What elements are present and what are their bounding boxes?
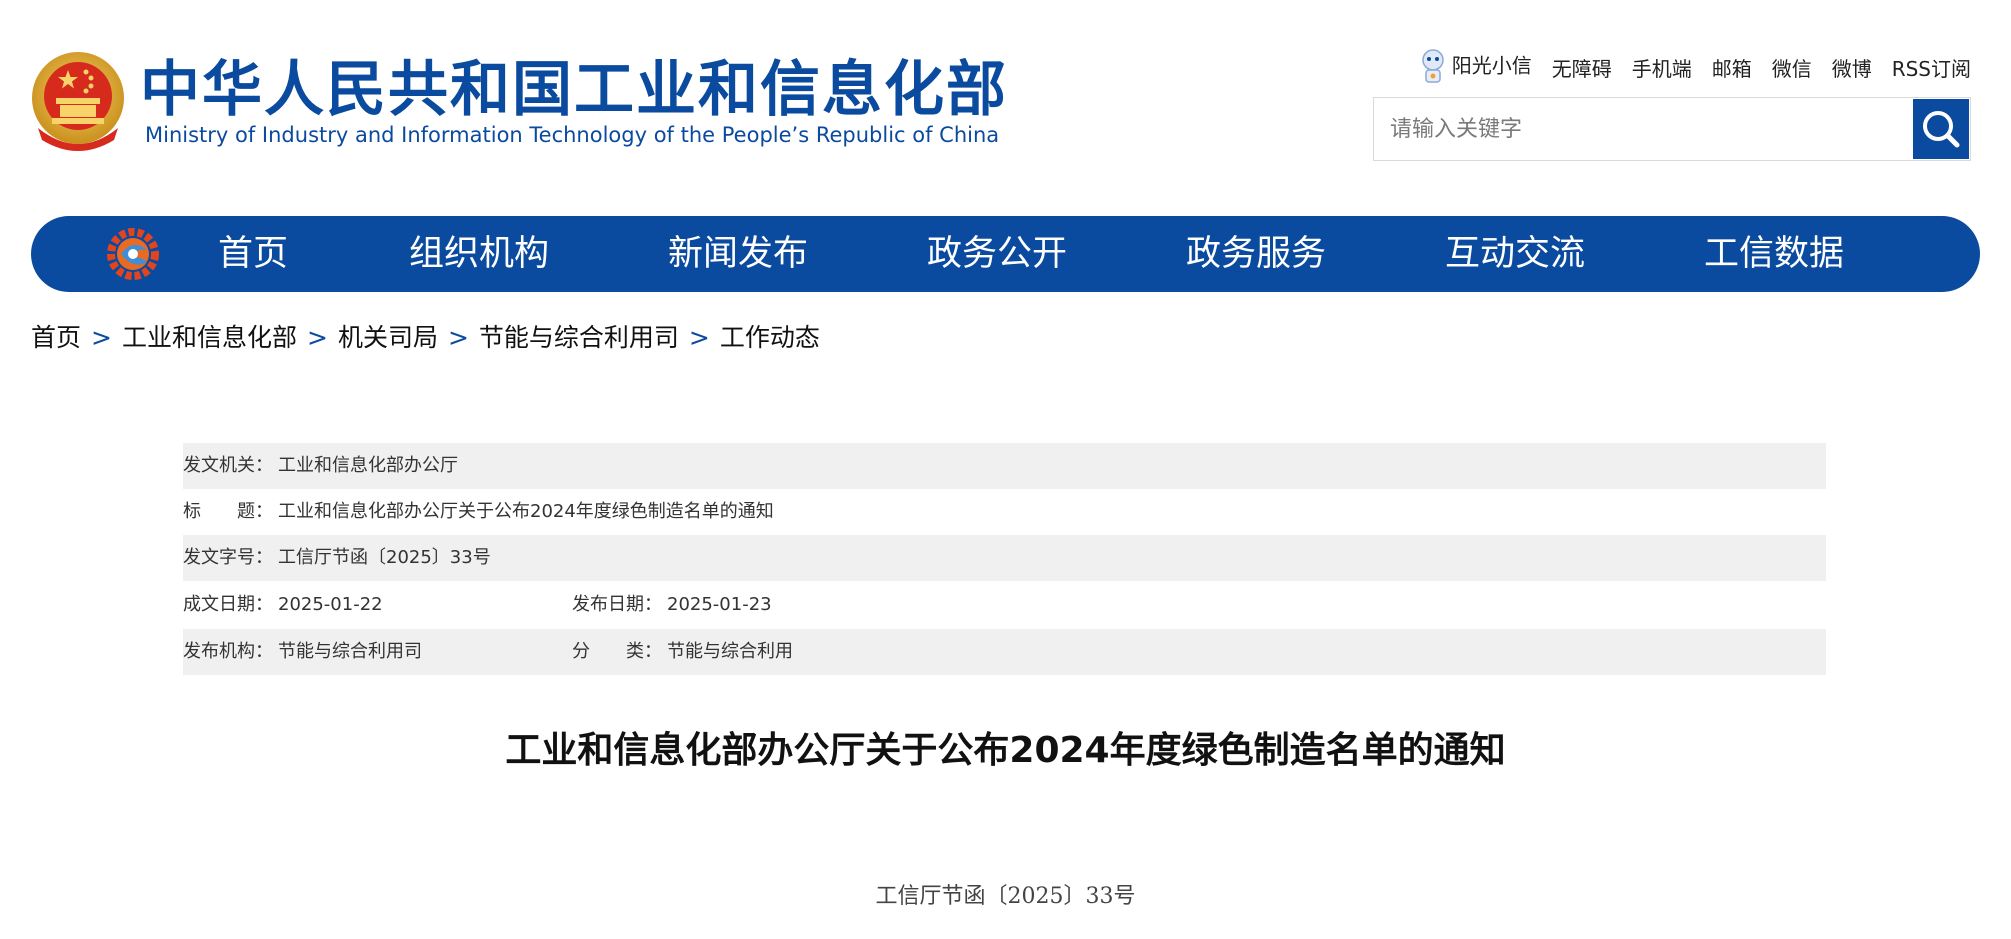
nav-news[interactable]: 新闻发布 bbox=[668, 216, 808, 292]
meta-org-row: 发布机构： 节能与综合利用司 分 类： 节能与综合利用 bbox=[183, 629, 1826, 675]
meta-issuer: 工业和信息化部办公厅 bbox=[278, 455, 458, 476]
meta-issuer-row: 发文机关： 工业和信息化部办公厅 bbox=[183, 443, 1826, 489]
main-nav: 首页 组织机构 新闻发布 政务公开 政务服务 互动交流 工信数据 bbox=[31, 216, 1980, 292]
toplink-label: 阳光小信 bbox=[1451, 53, 1532, 78]
search-button[interactable] bbox=[1913, 99, 1969, 159]
toplink-sunshine[interactable]: 阳光小信 bbox=[1420, 48, 1532, 86]
meta-dates-row: 成文日期： 2025-01-22 发布日期： 2025-01-23 bbox=[183, 582, 1826, 628]
toplink-accessibility[interactable]: 无障碍 bbox=[1552, 53, 1612, 82]
meta-label: 发布机构： bbox=[183, 641, 273, 662]
meta-label: 成文日期： bbox=[183, 594, 273, 615]
article-doc-number: 工信厅节函〔2025〕33号 bbox=[875, 884, 1136, 909]
meta-docno: 工信厅节函〔2025〕33号 bbox=[278, 547, 491, 568]
site-title-cn: 中华人民共和国工业和信息化部 bbox=[140, 55, 1008, 125]
breadcrumb-separator: > bbox=[91, 323, 112, 352]
breadcrumb: 首页 > 工业和信息化部 > 机关司局 > 节能与综合利用司 > 工作动态 bbox=[31, 322, 820, 354]
miit-gear-logo-icon[interactable] bbox=[107, 228, 159, 280]
meta-title: 工业和信息化部办公厅关于公布2024年度绿色制造名单的通知 bbox=[278, 501, 774, 522]
nav-home[interactable]: 首页 bbox=[218, 216, 288, 292]
nav-gov-service[interactable]: 政务服务 bbox=[1186, 216, 1326, 292]
breadcrumb-home[interactable]: 首页 bbox=[31, 323, 81, 352]
meta-label: 标 题： bbox=[183, 501, 273, 522]
meta-category: 节能与综合利用 bbox=[667, 641, 793, 662]
toplink-weibo[interactable]: 微博 bbox=[1832, 53, 1872, 82]
meta-docno-row: 发文字号： 工信厅节函〔2025〕33号 bbox=[183, 535, 1826, 581]
breadcrumb-ministry[interactable]: 工业和信息化部 bbox=[122, 323, 297, 352]
meta-label: 发布日期： bbox=[572, 594, 662, 615]
nav-interaction[interactable]: 互动交流 bbox=[1445, 216, 1585, 292]
meta-title-row: 标 题： 工业和信息化部办公厅关于公布2024年度绿色制造名单的通知 bbox=[183, 489, 1826, 535]
breadcrumb-energy-dept[interactable]: 节能与综合利用司 bbox=[479, 323, 679, 352]
nav-data[interactable]: 工信数据 bbox=[1704, 216, 1844, 292]
breadcrumb-separator: > bbox=[447, 323, 469, 352]
nav-organization[interactable]: 组织机构 bbox=[409, 216, 549, 292]
robot-mascot-icon bbox=[1420, 48, 1446, 86]
search-box bbox=[1373, 97, 1971, 161]
meta-label: 发文字号： bbox=[183, 547, 273, 568]
article-title: 工业和信息化部办公厅关于公布2024年度绿色制造名单的通知 bbox=[505, 730, 1506, 771]
meta-written-date: 2025-01-22 bbox=[278, 594, 383, 615]
search-input[interactable] bbox=[1374, 98, 1914, 160]
breadcrumb-departments[interactable]: 机关司局 bbox=[338, 323, 438, 352]
toplink-wechat[interactable]: 微信 bbox=[1772, 53, 1812, 82]
meta-label: 发文机关： bbox=[183, 455, 273, 476]
toplink-rss[interactable]: RSS订阅 bbox=[1892, 53, 1971, 82]
breadcrumb-separator: > bbox=[688, 323, 710, 352]
breadcrumb-separator: > bbox=[306, 323, 328, 352]
site-title-en: Ministry of Industry and Information Tec… bbox=[145, 123, 1000, 147]
toplink-mail[interactable]: 邮箱 bbox=[1712, 53, 1752, 82]
national-emblem-icon bbox=[30, 50, 126, 156]
meta-published-date: 2025-01-23 bbox=[667, 594, 772, 615]
breadcrumb-work-news[interactable]: 工作动态 bbox=[720, 323, 820, 352]
toplink-mobile[interactable]: 手机端 bbox=[1632, 53, 1692, 82]
search-icon bbox=[1923, 111, 1960, 148]
nav-gov-info[interactable]: 政务公开 bbox=[927, 216, 1067, 292]
meta-label: 分 类： bbox=[572, 641, 662, 662]
meta-org: 节能与综合利用司 bbox=[278, 641, 422, 662]
top-links: 阳光小信 无障碍 手机端 邮箱 微信 微博 RSS订阅 bbox=[1420, 48, 1971, 86]
